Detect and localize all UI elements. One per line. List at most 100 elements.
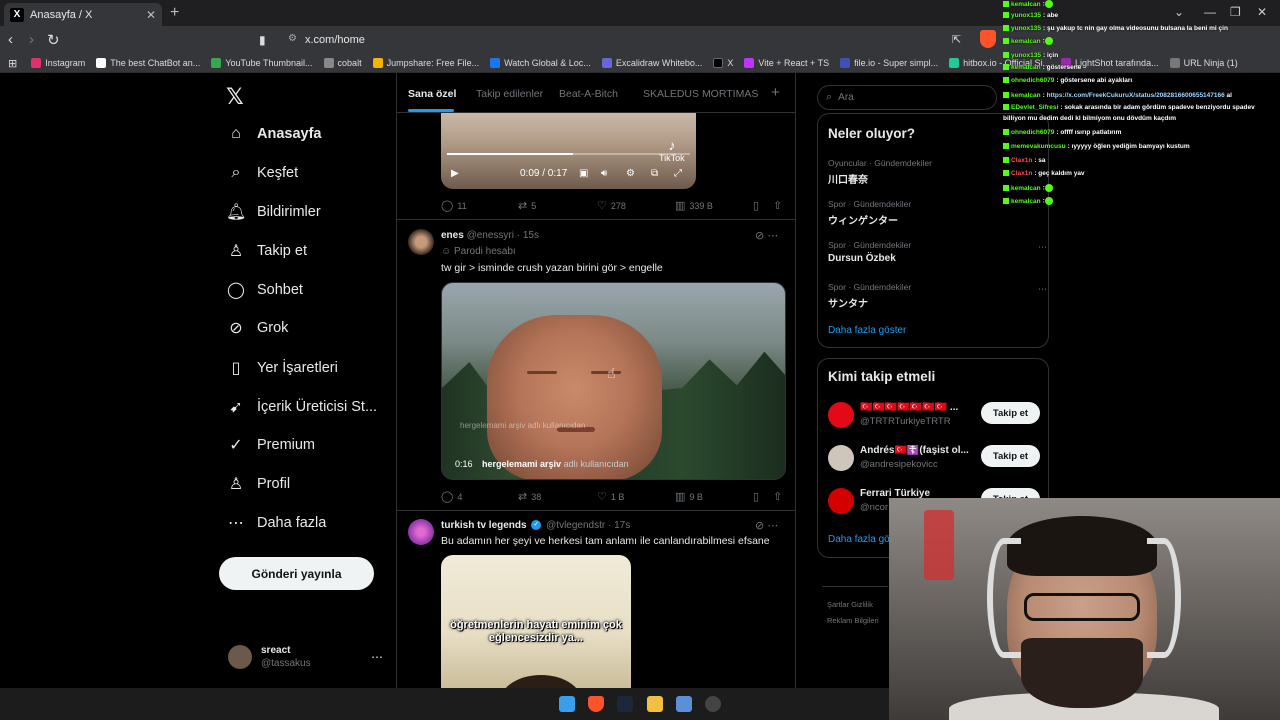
like-button[interactable]: ♡ 278 [597, 199, 626, 212]
nav-item-notifications[interactable]: 🔔︎ Bildirimler [226, 200, 321, 224]
bookmark-jumpshare[interactable]: Jumpshare: Free File... [372, 58, 479, 68]
nav-item-profile[interactable]: ♙ Profil [226, 472, 290, 496]
account-switcher[interactable]: sreact @tassakus [228, 644, 311, 670]
more-icon[interactable]: ⋯ [1038, 242, 1047, 253]
bookmark-chatbot[interactable]: The best ChatBot an... [96, 58, 200, 68]
views-button[interactable]: ▥ 9 B [675, 490, 703, 503]
chat-username: yunox135 [1011, 52, 1041, 59]
footer-links[interactable]: Reklam Bilgileri [827, 616, 879, 625]
x-logo-icon[interactable]: 𝕏 [226, 84, 244, 110]
account-more-icon[interactable]: ⋯ [371, 650, 383, 664]
author-handle[interactable]: @enessyri · 15s [467, 230, 539, 241]
bookmark-facebook-watch[interactable]: Watch Global & Loc... [490, 58, 591, 68]
trend-item[interactable]: Spor · Gündemdekiler サンタナ ⋯ [828, 282, 1048, 310]
bookmark-button[interactable]: ▯ [753, 199, 763, 212]
footer-links[interactable]: Şartlar Gizlilik [827, 600, 873, 609]
nav-item-grok[interactable]: ⊘ Grok [226, 316, 288, 340]
share-icon[interactable]: ⇱ [952, 33, 961, 46]
repost-button[interactable]: ⇄ 5 [518, 199, 536, 212]
reload-icon[interactable]: ↻ [47, 31, 60, 49]
bookmark-x[interactable]: X [713, 58, 733, 68]
url-field[interactable]: ⚙ x.com/home [285, 30, 985, 50]
screenshot-tool-icon[interactable] [676, 696, 692, 712]
nav-item-home[interactable]: ⌂ Anasayfa [226, 122, 321, 146]
reply-button[interactable]: ◯ 4 [441, 490, 462, 503]
kick-badge-icon [1003, 104, 1009, 111]
file-explorer-icon[interactable] [647, 696, 663, 712]
bookmark-vite[interactable]: Vite + React + TS [744, 58, 829, 68]
steam-icon[interactable] [617, 696, 633, 712]
tab-skaledus-mortimas[interactable]: SKALEDUS MORTIMAS [643, 88, 758, 100]
reply-button[interactable]: ◯ 11 [441, 199, 467, 212]
author-name[interactable]: turkish tv legends [441, 520, 527, 531]
author-name[interactable]: enes [441, 230, 464, 241]
bookmark-icon: ▯ [231, 360, 241, 377]
forward-icon[interactable]: › [29, 31, 34, 48]
pip-icon[interactable]: ⧉ [651, 168, 658, 179]
nav-item-chat[interactable]: ◯ Sohbet [226, 278, 303, 302]
brave-shield-icon[interactable] [980, 30, 996, 48]
share-button[interactable]: ⇧ [773, 490, 786, 503]
nav-item-premium[interactable]: ✓ Premium [226, 433, 315, 457]
volume-icon[interactable]: 🔊︎ [601, 168, 607, 179]
nav-item-creator-studio[interactable]: ➹ İçerik Üreticisi St... [226, 395, 377, 419]
follow-suggestion[interactable]: Andrés🇹🇷☦️(faşist ol... @andresipekovicc… [828, 443, 1040, 473]
tab-following[interactable]: Takip edilenler [476, 88, 543, 100]
settings-icon[interactable]: ⚙ [626, 168, 635, 179]
tab-for-you[interactable]: Sana özel [408, 88, 456, 100]
play-icon[interactable]: ▶ [451, 168, 459, 179]
nav-item-more[interactable]: ⋯ Daha fazla [226, 511, 326, 535]
avatar [228, 645, 252, 669]
more-icon[interactable]: ⋯ [1038, 284, 1047, 295]
chat-username: Clax1n [1011, 157, 1033, 164]
grok-post-icon[interactable]: ⊘ ⋯ [755, 229, 778, 242]
bookmark-button[interactable]: ▯ [753, 490, 763, 503]
suggestion-handle: @andresipekovicc [860, 459, 938, 470]
new-tab-icon[interactable]: + [170, 4, 179, 22]
follow-button[interactable]: Takip et [981, 402, 1040, 424]
apps-icon[interactable]: ⊞ [8, 57, 17, 70]
add-tab-icon[interactable]: + [771, 84, 780, 101]
show-more-link[interactable]: Daha fazla göster [828, 325, 906, 336]
trend-item[interactable]: Spor · Gündemdekiler Dursun Özbek ⋯ [828, 240, 1048, 264]
timeline[interactable]: Sana özel Takip edilenler Beat-A-Bitch S… [396, 73, 796, 688]
avatar[interactable] [408, 519, 434, 545]
brave-browser-icon[interactable] [588, 696, 604, 712]
bookmark-cobalt[interactable]: cobalt [323, 58, 362, 68]
post-video[interactable]: öğretmenlerin hayatı eminim çok eğlences… [441, 555, 631, 688]
bookmark-page-icon[interactable]: ▮ [259, 33, 266, 47]
share-button[interactable]: ⇧ [773, 199, 786, 212]
avatar[interactable] [408, 229, 434, 255]
close-tab-icon[interactable]: ✕ [146, 8, 156, 22]
site-info-icon[interactable]: ⚙ [288, 33, 297, 44]
bookmark-excalidraw[interactable]: Excalidraw Whitebo... [601, 58, 702, 68]
repost-button[interactable]: ⇄ 38 [518, 490, 541, 503]
captions-icon[interactable]: ▣ [579, 168, 588, 179]
obs-icon[interactable] [705, 696, 721, 712]
post-button[interactable]: Gönderi yayınla [219, 557, 374, 590]
show-more-link[interactable]: Daha fazla gö [828, 534, 890, 545]
start-icon[interactable] [559, 696, 575, 712]
back-icon[interactable]: ‹ [8, 31, 13, 48]
follow-suggestion[interactable]: 🇹🇷🇹🇷🇹🇷🇹🇷🇹🇷🇹🇷🇹🇷 ... @TRTRTurkiyeTRTR Taki… [828, 400, 1040, 430]
bookmark-youtube-thumbnail[interactable]: YouTube Thumbnail... [211, 58, 313, 68]
views-button[interactable]: ▥ 339 B [675, 199, 713, 212]
grok-post-icon[interactable]: ⊘ ⋯ [755, 519, 778, 532]
video-progress-bar[interactable] [447, 153, 690, 155]
avatar [828, 445, 854, 471]
nav-item-bookmarks[interactable]: ▯ Yer İşaretleri [226, 356, 338, 380]
fullscreen-icon[interactable]: ⤢ [674, 168, 682, 179]
follow-button[interactable]: Takip et [981, 445, 1040, 467]
nav-item-follow[interactable]: ♙ Takip et [226, 239, 307, 263]
browser-tab[interactable]: X Anasayfa / X ✕ [4, 3, 162, 26]
nav-item-explore[interactable]: ⌕ Keşfet [226, 161, 299, 185]
bookmark-file-io[interactable]: file.io - Super simpl... [840, 58, 938, 68]
tab-beat-a-bitch[interactable]: Beat-A-Bitch [559, 88, 618, 100]
like-button[interactable]: ♡ 1 B [597, 490, 624, 503]
who-to-follow-title: Kimi takip etmeli [828, 369, 936, 384]
video-player[interactable]: ▶ 0:09 / 0:17 ▣ 🔊︎ ⚙ ⧉ ⤢ ♪ TikTok [441, 113, 696, 189]
author-handle[interactable]: @tvlegendstr · 17s [546, 520, 630, 531]
search-icon: ⌕ [231, 164, 241, 181]
search-input[interactable]: ⌕ Ara [817, 85, 997, 110]
bookmark-instagram[interactable]: Instagram [31, 58, 85, 68]
